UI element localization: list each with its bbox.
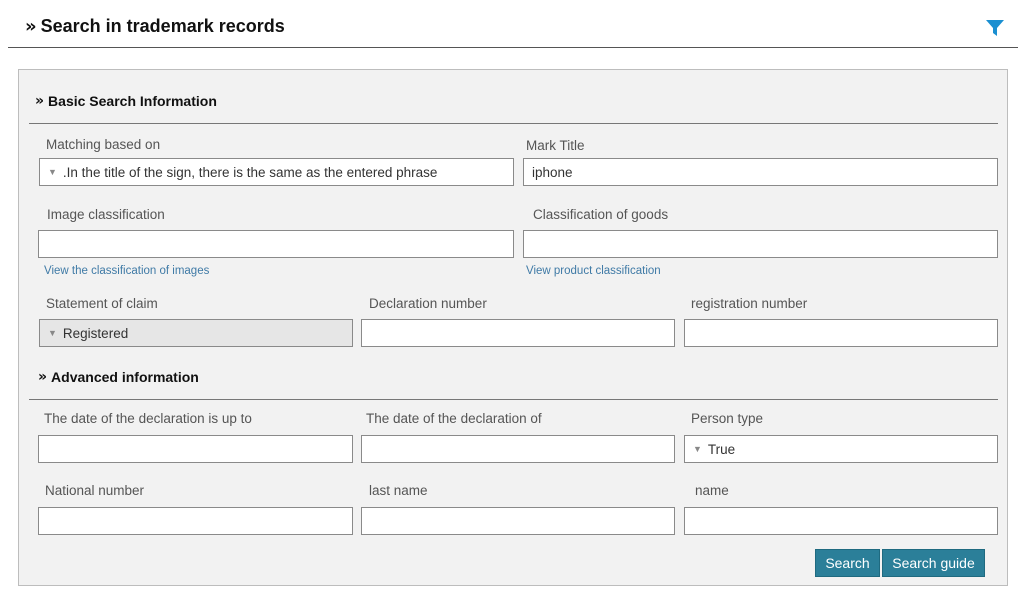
matching-select-value: .In the title of the sign, there is the … bbox=[62, 164, 438, 180]
date-from-label: The date of the declaration of bbox=[366, 411, 542, 426]
search-guide-button[interactable]: Search guide bbox=[882, 549, 985, 577]
image-classification-input[interactable] bbox=[38, 230, 514, 258]
advanced-section-title-text: Advanced information bbox=[51, 369, 199, 385]
goods-classification-label: Classification of goods bbox=[533, 207, 669, 222]
caret-down-icon: ▼ bbox=[48, 167, 57, 177]
name-input[interactable] bbox=[684, 507, 998, 535]
advanced-section-title: » Advanced information bbox=[38, 369, 199, 385]
double-chevron-icon: » bbox=[38, 369, 47, 385]
date-from-input[interactable] bbox=[361, 435, 675, 463]
registration-number-label: registration number bbox=[691, 296, 808, 311]
view-image-classification-link[interactable]: View the classification of images bbox=[44, 265, 209, 277]
caret-down-icon: ▼ bbox=[48, 328, 57, 338]
basic-section-title: » Basic Search Information bbox=[35, 93, 217, 109]
declaration-number-label: Declaration number bbox=[369, 296, 487, 311]
goods-classification-input[interactable] bbox=[523, 230, 998, 258]
mark-title-input[interactable]: iphone bbox=[523, 158, 998, 186]
claim-select[interactable]: ▼ Registered bbox=[39, 319, 353, 347]
page-title: » Search in trademark records bbox=[25, 16, 285, 37]
national-number-input[interactable] bbox=[38, 507, 353, 535]
page-title-text: Search in trademark records bbox=[40, 16, 285, 36]
claim-label: Statement of claim bbox=[46, 296, 158, 311]
search-panel: » Basic Search Information Matching base… bbox=[18, 69, 1008, 586]
image-classification-label: Image classification bbox=[47, 207, 165, 222]
last-name-input[interactable] bbox=[361, 507, 675, 535]
mark-title-value: iphone bbox=[532, 164, 573, 180]
person-type-value: True bbox=[707, 441, 736, 457]
double-chevron-icon: » bbox=[25, 16, 37, 37]
person-type-select[interactable]: ▼ True bbox=[684, 435, 998, 463]
date-to-input[interactable] bbox=[38, 435, 353, 463]
matching-select[interactable]: ▼ .In the title of the sign, there is th… bbox=[39, 158, 514, 186]
caret-down-icon: ▼ bbox=[693, 444, 702, 454]
mark-title-label: Mark Title bbox=[526, 138, 585, 153]
claim-select-value: Registered bbox=[62, 325, 129, 341]
registration-number-input[interactable] bbox=[684, 319, 998, 347]
person-type-label: Person type bbox=[691, 411, 764, 426]
basic-section-divider bbox=[29, 123, 998, 124]
basic-section-title-text: Basic Search Information bbox=[48, 93, 217, 109]
last-name-label: last name bbox=[369, 483, 428, 498]
double-chevron-icon: » bbox=[35, 93, 44, 109]
advanced-section-divider bbox=[29, 399, 998, 400]
national-number-label: National number bbox=[45, 483, 145, 498]
name-label: name bbox=[695, 483, 729, 498]
search-button[interactable]: Search bbox=[815, 549, 880, 577]
matching-label: Matching based on bbox=[46, 137, 161, 152]
date-to-label: The date of the declaration is up to bbox=[44, 411, 252, 426]
view-product-classification-link[interactable]: View product classification bbox=[526, 265, 661, 277]
declaration-number-input[interactable] bbox=[361, 319, 675, 347]
title-divider bbox=[8, 47, 1018, 48]
funnel-icon[interactable] bbox=[985, 18, 1005, 38]
